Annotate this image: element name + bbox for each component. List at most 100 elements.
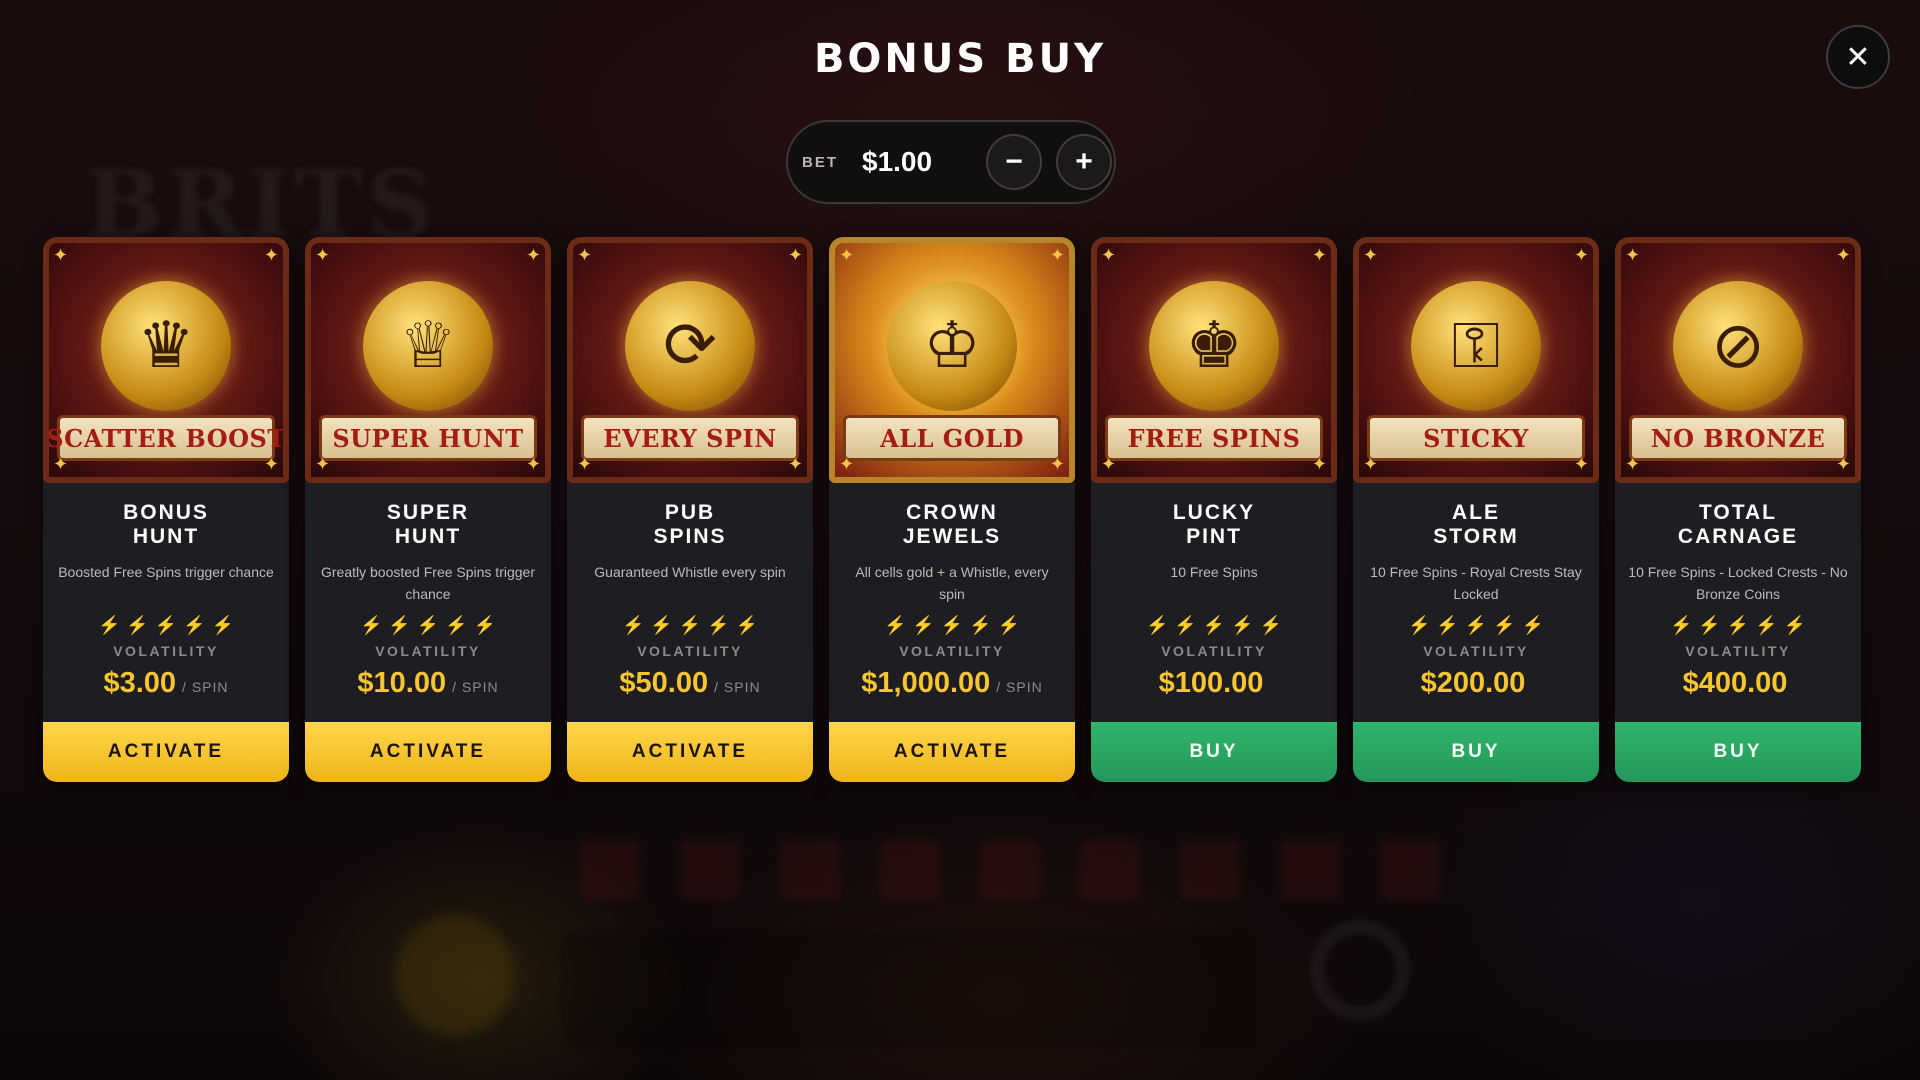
volatility-bolt-icon: ⚡: [1202, 615, 1226, 635]
bonus-card-price: $400.00: [1682, 667, 1788, 699]
whistle-icon: ⟳: [625, 280, 755, 411]
volatility-bolt-icon: ⚡: [359, 615, 383, 635]
bonus-card-description: Guaranteed Whistle every spin: [594, 564, 786, 580]
volatility-bolt-icon: ⚡: [1726, 615, 1750, 635]
volatility-label: VOLATILITY: [1161, 643, 1267, 659]
volatility-bolt-icon: ⚡: [388, 615, 411, 635]
free-spins-icon: ♚: [1149, 280, 1279, 411]
no-bronze-icon: ⊘: [1673, 280, 1803, 411]
bonus-card-banner: SCATTER BOOST: [49, 415, 283, 461]
bonus-card[interactable]: ♔ ALL GOLD ✦✦ CROWN JEWELS All cells gol…: [829, 237, 1075, 782]
price-per-spin: / SPIN: [714, 679, 761, 695]
volatility-bolt-icon: ⚡: [445, 615, 468, 635]
bonus-card-name: ALE STORM: [1433, 501, 1519, 548]
volatility-bolt-icon: ⚡: [154, 615, 178, 635]
bonus-card-art: ♛ SCATTER BOOST ✦✦: [43, 237, 289, 483]
activate-button[interactable]: ACTIVATE: [43, 722, 289, 782]
bonus-card-description: All cells gold + a Whistle, every spin: [855, 564, 1049, 602]
volatility-bolt-icon: ⚡: [1521, 615, 1545, 635]
volatility-bolt-icon: ⚡: [473, 615, 497, 635]
volatility-bolt-icon: ⚡: [416, 615, 440, 635]
plus-icon: +: [1075, 145, 1093, 178]
bonus-card[interactable]: ⟳ EVERY SPIN ✦✦ PUB SPINS Guaranteed Whi…: [567, 237, 813, 782]
volatility-rating: ⚡ ⚡ ⚡ ⚡ ⚡: [1670, 615, 1806, 637]
bonus-card-description: 10 Free Spins: [1170, 564, 1258, 580]
volatility-bolt-icon: ⚡: [621, 615, 645, 635]
bet-label: BET: [802, 153, 838, 171]
bonus-card-price: $3.00: [103, 667, 177, 699]
volatility-bolt-icon: ⚡: [1407, 615, 1431, 635]
bet-value: $1.00: [862, 146, 933, 177]
bonus-card-name: SUPER HUNT: [386, 501, 470, 548]
bonus-card-list: ♛ SCATTER BOOST ✦✦ BONUS HUNT Boosted Fr…: [43, 237, 1863, 782]
close-button[interactable]: ✕: [1826, 25, 1890, 89]
volatility-label: VOLATILITY: [899, 643, 1005, 659]
bonus-card[interactable]: ⊘ NO BRONZE ✦✦ TOTAL CARNAGE 10 Free Spi…: [1615, 237, 1861, 782]
bonus-card-name: TOTAL CARNAGE: [1677, 501, 1799, 548]
volatility-bolt-icon: ⚡: [678, 615, 702, 635]
bonus-card[interactable]: ♛ SCATTER BOOST ✦✦ BONUS HUNT Boosted Fr…: [43, 237, 289, 782]
volatility-bolt-icon: ⚡: [1669, 615, 1693, 635]
volatility-bolt-icon: ⚡: [97, 615, 121, 635]
crown-icon: ♔: [887, 280, 1017, 411]
volatility-bolt-icon: ⚡: [211, 615, 235, 635]
volatility-bolt-icon: ⚡: [1231, 615, 1254, 635]
volatility-bolt-icon: ⚡: [1698, 615, 1721, 635]
bonus-card-banner: FREE SPINS: [1105, 415, 1323, 461]
volatility-label: VOLATILITY: [1423, 643, 1529, 659]
bet-decrease-button[interactable]: −: [986, 134, 1042, 190]
volatility-bolt-icon: ⚡: [883, 615, 907, 635]
activate-button[interactable]: ACTIVATE: [305, 722, 551, 782]
price-per-spin: / SPIN: [996, 679, 1043, 695]
activate-button[interactable]: ACTIVATE: [829, 722, 1075, 782]
bet-increase-button[interactable]: +: [1056, 134, 1112, 190]
activate-button[interactable]: ACTIVATE: [567, 722, 813, 782]
super-hunt-icon: ♕: [363, 280, 493, 411]
volatility-bolt-icon: ⚡: [1259, 615, 1283, 635]
volatility-label: VOLATILITY: [637, 643, 743, 659]
volatility-rating: ⚡ ⚡ ⚡ ⚡ ⚡: [884, 615, 1020, 637]
bonus-card-banner: EVERY SPIN: [581, 415, 799, 461]
bonus-card-price: $1,000.00: [861, 667, 991, 699]
scatter-boost-icon: ♛: [101, 280, 231, 411]
close-icon: ✕: [1845, 40, 1871, 74]
bonus-card-name: PUB SPINS: [653, 501, 727, 548]
bonus-card-banner: ALL GOLD: [843, 415, 1061, 461]
volatility-bolt-icon: ⚡: [1493, 615, 1516, 635]
price-per-spin: / SPIN: [452, 679, 499, 695]
bonus-card-art: ♕ SUPER HUNT ✦✦: [305, 237, 551, 483]
volatility-bolt-icon: ⚡: [1145, 615, 1169, 635]
buy-button[interactable]: BUY: [1615, 722, 1861, 782]
bonus-card-price: $100.00: [1158, 667, 1264, 699]
volatility-label: VOLATILITY: [113, 643, 219, 659]
bonus-card-art: ⟳ EVERY SPIN ✦✦: [567, 237, 813, 483]
volatility-bolt-icon: ⚡: [735, 615, 759, 635]
bonus-card-description: Greatly boosted Free Spins trigger chanc…: [321, 564, 535, 602]
bonus-card-name: LUCKY PINT: [1172, 501, 1256, 548]
price-per-spin: / SPIN: [182, 679, 229, 695]
bonus-card-art: ⚿ STICKY ✦✦: [1353, 237, 1599, 483]
bonus-card[interactable]: ⚿ STICKY ✦✦ ALE STORM 10 Free Spins - Ro…: [1353, 237, 1599, 782]
volatility-label: VOLATILITY: [1685, 643, 1791, 659]
bonus-card-price: $200.00: [1420, 667, 1526, 699]
bonus-card-banner: NO BRONZE: [1629, 415, 1847, 461]
volatility-rating: ⚡ ⚡ ⚡ ⚡ ⚡: [1146, 615, 1282, 637]
volatility-label: VOLATILITY: [375, 643, 481, 659]
minus-icon: −: [1005, 145, 1023, 178]
volatility-bolt-icon: ⚡: [183, 615, 206, 635]
buy-button[interactable]: BUY: [1091, 722, 1337, 782]
bonus-card[interactable]: ♕ SUPER HUNT ✦✦ SUPER HUNT Greatly boost…: [305, 237, 551, 782]
bonus-card[interactable]: ♚ FREE SPINS ✦✦ LUCKY PINT 10 Free Spins…: [1091, 237, 1337, 782]
volatility-rating: ⚡ ⚡ ⚡ ⚡ ⚡: [622, 615, 758, 637]
volatility-bolt-icon: ⚡: [1783, 615, 1807, 635]
volatility-rating: ⚡ ⚡ ⚡ ⚡ ⚡: [1408, 615, 1544, 637]
volatility-bolt-icon: ⚡: [1174, 615, 1197, 635]
volatility-bolt-icon: ⚡: [126, 615, 149, 635]
volatility-bolt-icon: ⚡: [1464, 615, 1488, 635]
volatility-bolt-icon: ⚡: [707, 615, 730, 635]
buy-button[interactable]: BUY: [1353, 722, 1599, 782]
bonus-card-name: CROWN JEWELS: [902, 501, 1002, 548]
bet-panel: BET $1.00 − +: [786, 120, 1116, 204]
bonus-card-art: ⊘ NO BRONZE ✦✦: [1615, 237, 1861, 483]
volatility-rating: ⚡ ⚡ ⚡ ⚡ ⚡: [360, 615, 496, 637]
